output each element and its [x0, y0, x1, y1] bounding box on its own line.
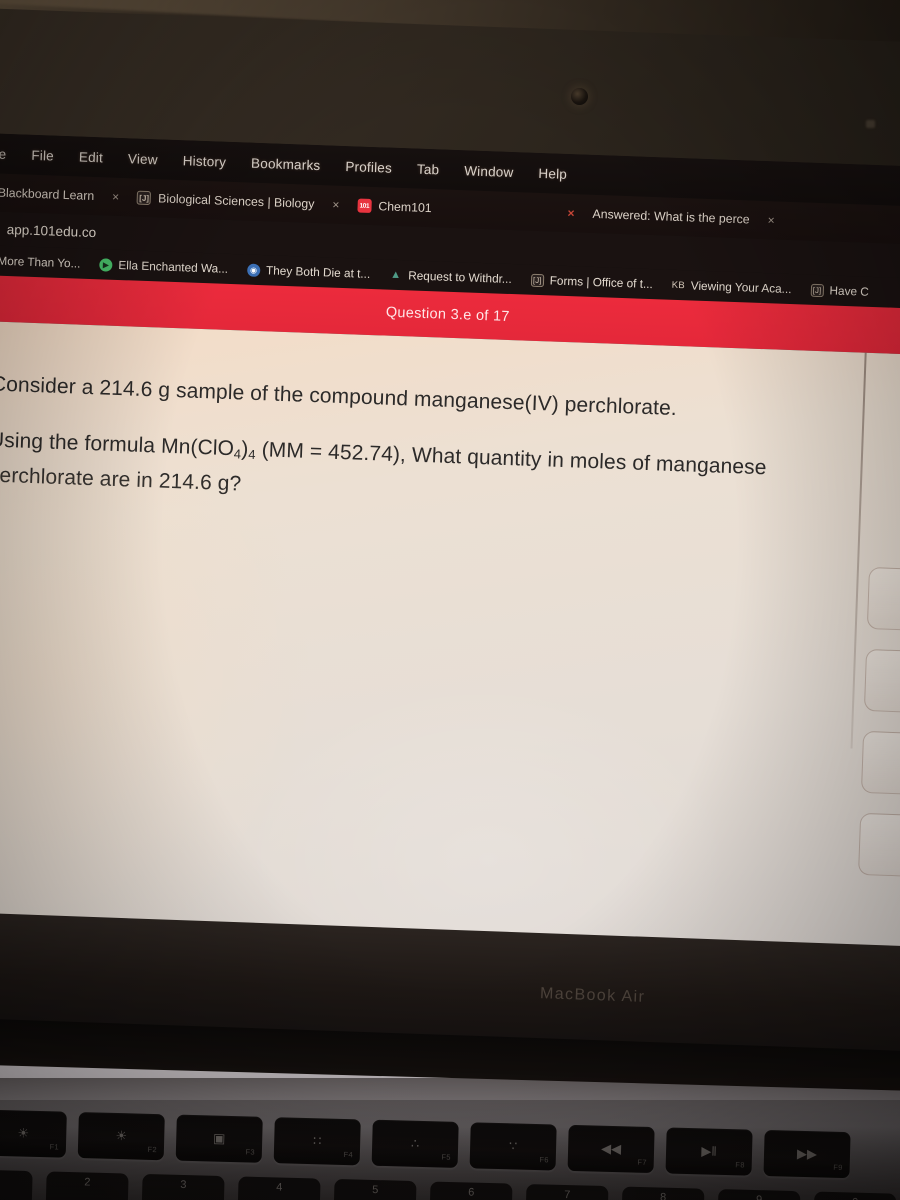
- globe-icon: ◉: [246, 263, 261, 277]
- document-icon: [J]: [810, 283, 824, 297]
- fast-forward-icon: ▶▶: [796, 1145, 818, 1162]
- tab-label: Chem101: [378, 199, 432, 216]
- bookmark-they-both-die[interactable]: ◉ They Both Die at t...: [240, 262, 378, 281]
- brightness-low-icon: ☀: [17, 1125, 30, 1141]
- menu-item-view[interactable]: View: [128, 151, 158, 167]
- tab-answered-question[interactable]: Answered: What is the perce: [583, 199, 759, 235]
- menu-item-chrome-truncated[interactable]: me: [0, 146, 7, 162]
- tab-close-icon[interactable]: ×: [558, 206, 584, 221]
- answer-choice-3[interactable]: [860, 730, 900, 797]
- question-progress-label: Question 3.e of 17: [385, 304, 510, 325]
- menu-item-file[interactable]: File: [31, 147, 54, 163]
- mission-control-icon: ▣: [212, 1130, 226, 1146]
- bezel-sensor-dot: [866, 120, 875, 128]
- tab-biological-sciences[interactable]: [J] Biological Sciences | Biology: [128, 182, 324, 219]
- key-f1-brightness-down[interactable]: ☀ F1: [0, 1109, 67, 1158]
- question-panel: Consider a 214.6 g sample of the compoun…: [0, 320, 865, 976]
- document-icon: [J]: [136, 190, 152, 206]
- key-3[interactable]: 3: [141, 1173, 225, 1200]
- play-circle-icon: ▶: [99, 257, 113, 272]
- key-8[interactable]: 8: [621, 1186, 705, 1200]
- key-0[interactable]: 0: [813, 1191, 897, 1200]
- answer-choice-2[interactable]: [863, 648, 900, 715]
- laptop-screen: me File Edit View History Bookmarks Prof…: [0, 132, 900, 980]
- key-5[interactable]: 5: [333, 1178, 417, 1200]
- key-f8-play-pause[interactable]: ▶‖ F8: [665, 1127, 753, 1176]
- launchpad-icon: ∷: [312, 1133, 322, 1149]
- triangle-icon: ▲: [390, 268, 402, 282]
- key-fn-label: F8: [735, 1160, 745, 1170]
- tab-label: Blackboard Learn: [0, 185, 95, 204]
- bookmark-viewing-your-academic[interactable]: KB Viewing Your Aca...: [665, 278, 799, 297]
- menu-item-tab[interactable]: Tab: [417, 161, 440, 177]
- key-2[interactable]: 2: [45, 1171, 129, 1200]
- chem101-icon: 101: [357, 198, 372, 213]
- tab-blackboard-learn[interactable]: Blackboard Learn: [0, 177, 104, 212]
- menu-item-profiles[interactable]: Profiles: [345, 159, 392, 176]
- question-paragraph-2: Using the formula Mn(ClO4)4 (MM = 452.74…: [0, 425, 779, 518]
- answer-choice-4[interactable]: [858, 812, 900, 879]
- menu-item-history[interactable]: History: [182, 153, 226, 170]
- key-fn-label: F7: [637, 1157, 647, 1167]
- bookmark-forms-office[interactable]: [J] Forms | Office of t...: [524, 272, 661, 291]
- menu-item-help[interactable]: Help: [538, 165, 567, 181]
- menu-item-edit[interactable]: Edit: [79, 149, 104, 165]
- key-7[interactable]: 7: [525, 1183, 609, 1200]
- bookmark-its-more-than-you[interactable]: ✦ It's More Than Yo...: [0, 252, 88, 271]
- webcam-icon: [571, 88, 588, 105]
- bookmark-label: They Both Die at t...: [265, 263, 371, 281]
- key-fn-label: F6: [539, 1155, 549, 1165]
- bookmark-request-to-withdraw[interactable]: ▲ Request to Withdr...: [382, 267, 519, 286]
- key-f3-mission-control[interactable]: ▣ F3: [175, 1114, 263, 1163]
- tab-label: Biological Sciences | Biology: [157, 191, 315, 211]
- question-paragraph-1: Consider a 214.6 g sample of the compoun…: [0, 372, 678, 421]
- bookmark-ella-enchanted[interactable]: ▶ Ella Enchanted Wa...: [92, 257, 235, 276]
- key-fn-label: F4: [343, 1149, 353, 1160]
- kb-icon: KB: [671, 279, 686, 291]
- question-body: Consider a 214.6 g sample of the compoun…: [0, 319, 900, 980]
- key-1[interactable]: 1: [0, 1168, 33, 1200]
- answer-choice-1[interactable]: [866, 567, 900, 633]
- key-f6-keyboard-backlight-up[interactable]: ∵ F6: [469, 1122, 557, 1171]
- brightness-high-icon: ☀: [115, 1127, 128, 1144]
- key-fn-label: F2: [147, 1144, 158, 1155]
- key-4[interactable]: 4: [237, 1176, 321, 1200]
- play-pause-icon: ▶‖: [701, 1143, 717, 1159]
- keyboard-backlight-up-icon: ∵: [508, 1138, 518, 1154]
- bookmark-label: Forms | Office of t...: [549, 273, 654, 292]
- question-text: Consider a 214.6 g sample of the compoun…: [0, 369, 781, 518]
- answer-choices-list: [857, 567, 900, 898]
- key-f9-fast-forward[interactable]: ▶▶ F9: [763, 1129, 851, 1179]
- menu-item-bookmarks[interactable]: Bookmarks: [251, 155, 321, 172]
- tab-close-icon[interactable]: ×: [758, 213, 784, 228]
- bookmark-label: Ella Enchanted Wa...: [118, 257, 229, 276]
- tab-close-icon[interactable]: ×: [103, 189, 129, 204]
- bookmark-label: Have C: [829, 283, 870, 299]
- keyboard-backlight-down-icon: ∴: [410, 1135, 420, 1151]
- tab-label: Answered: What is the perce: [592, 206, 750, 227]
- bookmark-label: Viewing Your Aca...: [690, 278, 792, 297]
- key-9[interactable]: 9: [717, 1189, 801, 1200]
- key-fn-label: F1: [49, 1142, 60, 1152]
- key-fn-label: F5: [441, 1152, 451, 1162]
- url-text[interactable]: app.101edu.co: [7, 221, 97, 239]
- key-f7-rewind[interactable]: ◀◀ F7: [567, 1124, 655, 1174]
- key-f4-launchpad[interactable]: ∷ F4: [273, 1117, 361, 1166]
- key-6[interactable]: 6: [429, 1181, 513, 1200]
- key-fn-label: F9: [833, 1162, 843, 1173]
- tab-close-icon[interactable]: ×: [323, 197, 349, 212]
- bookmark-have-c[interactable]: [J] Have C: [803, 282, 876, 299]
- bookmark-label: Request to Withdr...: [407, 268, 513, 287]
- rewind-icon: ◀◀: [600, 1140, 622, 1157]
- menu-item-window[interactable]: Window: [464, 163, 514, 180]
- key-f2-brightness-up[interactable]: ☀ F2: [77, 1112, 165, 1161]
- photograph-of-laptop-screen: me File Edit View History Bookmarks Prof…: [0, 0, 900, 1200]
- tab-chem101[interactable]: 101 Chem101: [348, 190, 441, 223]
- key-fn-label: F3: [245, 1147, 256, 1157]
- document-icon: [J]: [530, 273, 544, 287]
- formula-pre: Using the formula Mn(ClO: [0, 428, 235, 461]
- key-f5-keyboard-backlight-down[interactable]: ∴ F5: [371, 1119, 459, 1168]
- bookmark-label: It's More Than Yo...: [0, 253, 81, 271]
